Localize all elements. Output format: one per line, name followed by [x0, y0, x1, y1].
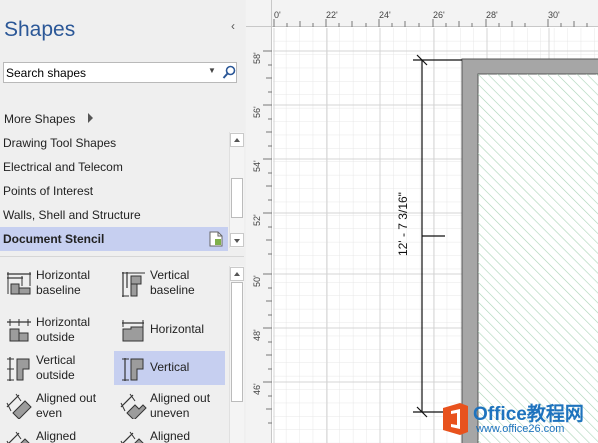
master-horizontal-outside[interactable]: Horizontal outside	[0, 313, 111, 347]
aligned-out-uneven-icon	[120, 393, 147, 419]
scroll-down-button[interactable]	[230, 233, 244, 247]
watermark: Office教程网 www.office26.com	[440, 398, 598, 443]
collapse-pane-icon[interactable]: ‹	[231, 19, 235, 33]
watermark-url: www.office26.com	[476, 423, 565, 435]
master-label: Vertical	[150, 360, 190, 374]
master-label: Horizontal	[36, 315, 91, 329]
horizontal-ruler[interactable]: 0' 22' 24' 26' 28' 30'	[246, 0, 598, 27]
ruler-corner	[246, 0, 272, 27]
pane-title: Shapes	[4, 18, 76, 41]
stencil-electrical-and-telecom[interactable]: Electrical and Telecom	[0, 155, 228, 179]
scroll-up-button[interactable]	[230, 133, 244, 147]
master-label: Horizontal	[150, 322, 205, 336]
ruler-tick-label: 56'	[252, 106, 262, 118]
master-label: outside	[36, 368, 75, 382]
scroll-thumb[interactable]	[231, 178, 243, 218]
master-aligned[interactable]: Aligned	[0, 427, 111, 443]
stencil-label: Document Stencil	[3, 232, 105, 246]
ruler-tick-label: 52'	[252, 214, 262, 226]
ruler-tick-label: 46'	[252, 383, 262, 395]
master-horizontal-baseline[interactable]: Horizontal baseline	[0, 266, 111, 300]
master-vertical[interactable]: Vertical	[114, 351, 225, 385]
vertical-baseline-icon	[122, 272, 145, 297]
master-label: baseline	[150, 283, 195, 297]
ruler-tick-label: 50'	[252, 275, 262, 287]
scroll-up-button[interactable]	[230, 267, 244, 281]
master-label: Vertical	[36, 353, 76, 367]
masters-grid: Horizontal baseline Vertical baseline Ho…	[0, 262, 228, 443]
master-aligned-out-uneven[interactable]: Aligned out uneven	[114, 389, 225, 423]
scroll-thumb[interactable]	[231, 282, 243, 402]
master-label: uneven	[150, 406, 190, 420]
master-label: outside	[36, 330, 75, 344]
vertical-outside-icon	[7, 357, 30, 381]
master-label: Aligned out	[150, 391, 211, 405]
master-vertical-baseline[interactable]: Vertical baseline	[114, 266, 225, 300]
vertical-icon	[122, 358, 144, 381]
master-label: Vertical	[150, 268, 190, 282]
horizontal-outside-icon	[7, 319, 31, 342]
pane-divider	[0, 256, 244, 257]
master-label: even	[36, 406, 63, 420]
master-label: Horizontal	[36, 268, 91, 282]
vertical-ruler[interactable]: 58' 56' 54' 52' 50' 48' 46'	[246, 27, 272, 443]
master-label: Aligned	[36, 429, 77, 443]
drawing-canvas[interactable]: 0' 22' 24' 26' 28' 30' 58' 56' 54' 52' 5…	[246, 0, 598, 443]
vertical-ruler-ticks	[263, 50, 272, 424]
stencil-document-stencil[interactable]: Document Stencil	[0, 227, 228, 251]
ruler-tick-label: 54'	[252, 160, 262, 172]
aligned-icon	[120, 431, 144, 443]
aligned-out-even-icon	[6, 393, 32, 419]
master-horizontal[interactable]: Horizontal	[114, 313, 225, 347]
dimension-label[interactable]: 12' - 7 3/16"	[396, 192, 410, 256]
master-label: baseline	[36, 283, 81, 297]
more-shapes-arrow-icon[interactable]	[88, 113, 93, 123]
search-box[interactable]: ▼	[3, 62, 237, 83]
stencil-list-scrollbar[interactable]	[229, 132, 244, 248]
stencil-walls-shell-structure[interactable]: Walls, Shell and Structure	[0, 203, 228, 227]
master-vertical-outside[interactable]: Vertical outside	[0, 351, 111, 385]
watermark-title: Office教程网	[473, 404, 584, 425]
ruler-tick-label: 48'	[252, 329, 262, 341]
office-logo-icon	[443, 403, 468, 435]
stencil-drawing-tool-shapes[interactable]: Drawing Tool Shapes	[0, 131, 228, 155]
master-aligned-out-even[interactable]: Aligned out even	[0, 389, 111, 423]
master-aligned[interactable]: Aligned	[114, 427, 225, 443]
master-label: Aligned	[150, 429, 191, 443]
drawing-svg	[273, 28, 598, 443]
more-shapes-menu[interactable]: More Shapes	[4, 112, 75, 126]
horizontal-icon	[122, 320, 144, 342]
search-dropdown-icon[interactable]: ▼	[208, 66, 216, 75]
search-input[interactable]	[6, 65, 202, 80]
stencil-points-of-interest[interactable]: Points of Interest	[0, 179, 228, 203]
master-label: Aligned out	[36, 391, 97, 405]
horizontal-ruler-ticks	[273, 19, 588, 27]
document-stencil-icon	[209, 231, 223, 247]
drawing-page[interactable]: 12' - 7 3/16"	[273, 28, 598, 443]
search-icon[interactable]	[222, 65, 236, 80]
shapes-pane: Shapes ‹ ▼ More Shapes Drawing Tool Shap…	[0, 0, 245, 443]
ruler-tick-label: 58'	[252, 52, 262, 64]
aligned-icon	[6, 431, 30, 443]
masters-scrollbar[interactable]	[229, 266, 244, 443]
horizontal-baseline-icon	[7, 272, 31, 295]
